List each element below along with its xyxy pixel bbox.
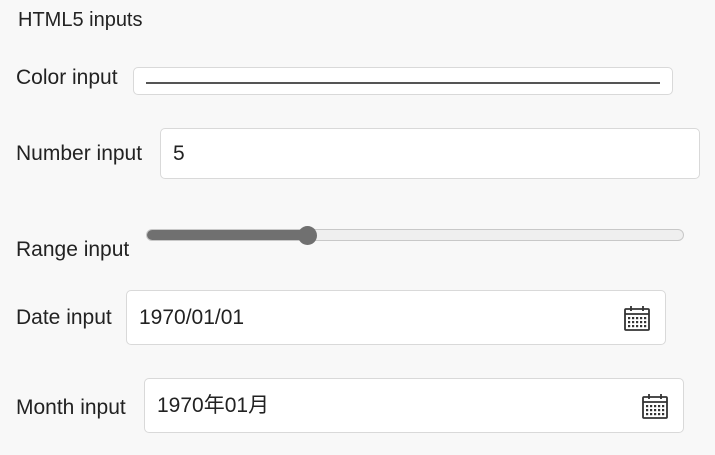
- date-input[interactable]: 1970/01/01: [126, 290, 666, 345]
- range-input-label: Range input: [16, 238, 130, 261]
- color-swatch: [146, 82, 660, 84]
- range-slider-track[interactable]: [146, 229, 684, 241]
- page-title: HTML5 inputs: [18, 9, 143, 31]
- calendar-icon[interactable]: [623, 304, 651, 332]
- date-input-label: Date input: [16, 306, 112, 329]
- calendar-icon[interactable]: [641, 392, 669, 420]
- month-input[interactable]: 1970年01月: [144, 378, 684, 433]
- month-input-value: 1970年01月: [157, 394, 270, 417]
- number-input[interactable]: 5: [160, 128, 700, 179]
- month-input-label: Month input: [16, 396, 126, 419]
- color-input-label: Color input: [16, 66, 118, 89]
- color-input[interactable]: [133, 67, 673, 95]
- number-input-label: Number input: [16, 142, 143, 165]
- date-input-value: 1970/01/01: [139, 306, 245, 329]
- range-slider-fill: [147, 230, 308, 240]
- range-slider-thumb[interactable]: [297, 226, 317, 245]
- number-input-value: 5: [173, 142, 185, 165]
